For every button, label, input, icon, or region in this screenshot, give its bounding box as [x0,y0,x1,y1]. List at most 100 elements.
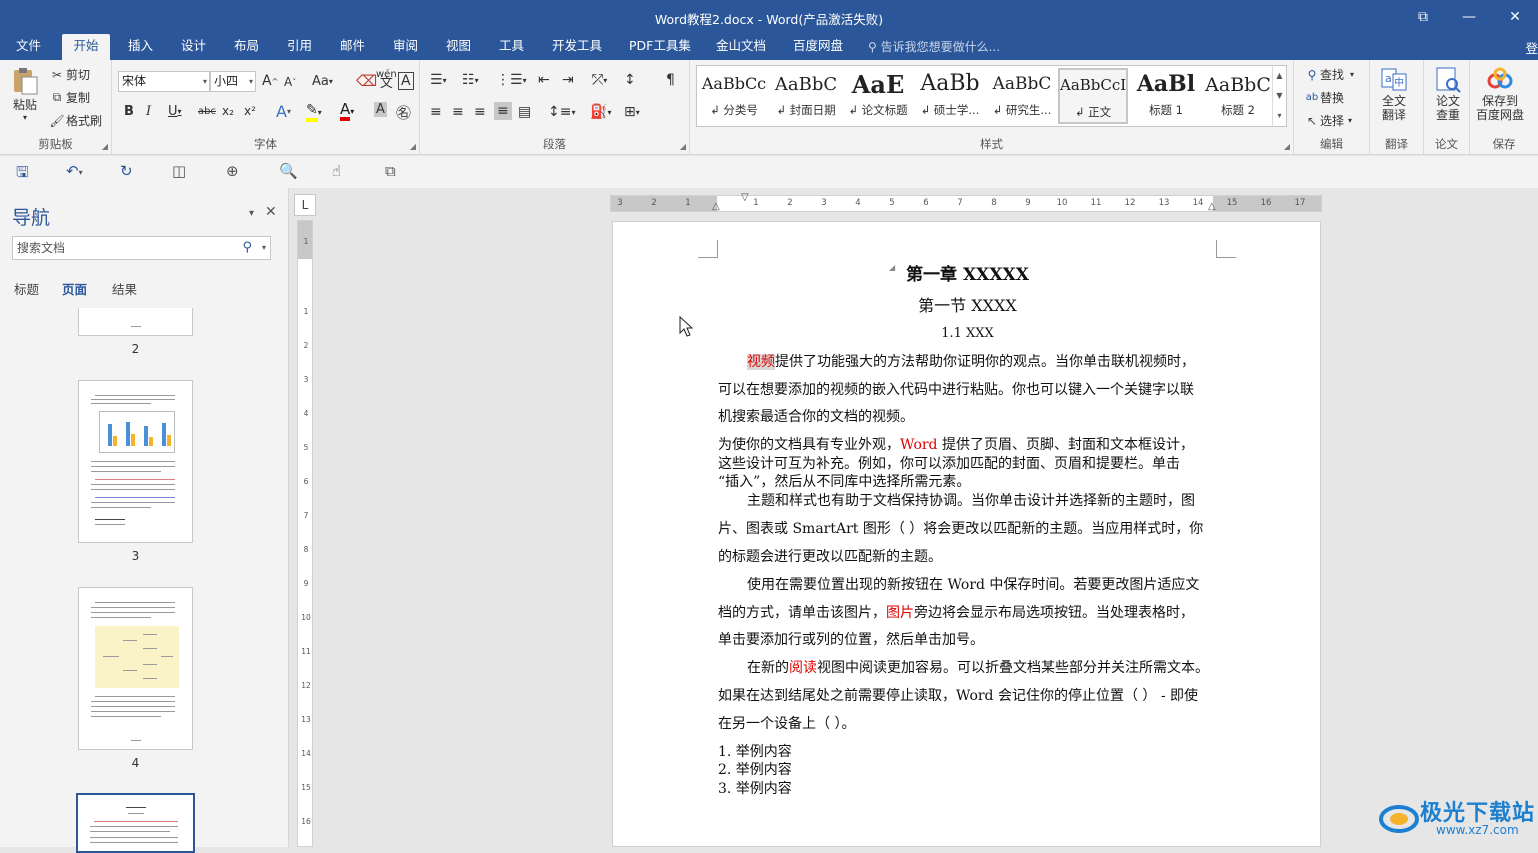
minimize-button[interactable]: — [1446,0,1492,34]
left-indent-marker[interactable]: △ [712,201,720,212]
char-shading-button[interactable]: A [374,102,387,117]
change-case-button[interactable]: Aa ▾ [312,74,333,89]
restore-icon[interactable]: ⧉ [1400,0,1446,34]
redo-icon[interactable]: ↻ [120,162,133,180]
style-item[interactable]: AaBbC 标题 2 [1203,68,1273,124]
chevron-down-icon[interactable]: ▾ [249,208,254,219]
tab-layout[interactable]: 布局 [230,34,263,60]
tab-design[interactable]: 设计 [177,34,210,60]
tab-selector[interactable]: L [294,194,316,216]
tab-developer[interactable]: 开发工具 [548,34,606,60]
nav-tab-results[interactable]: 结果 [112,279,137,298]
undo-icon[interactable]: ↶ ▾ [66,162,83,180]
underline-button[interactable]: U ▾ [168,104,182,119]
numbering-button[interactable]: ☷ ▾ [462,72,479,88]
style-item[interactable]: AaBbC ↲ 封面日期 [771,68,841,124]
multilevel-list-button[interactable]: ⋮☰ ▾ [496,72,527,88]
borders-button[interactable]: ⊞ ▾ [624,104,640,120]
tab-references[interactable]: 引用 [283,34,316,60]
tab-home[interactable]: 开始 [62,34,110,60]
font-name-select[interactable]: 宋体 ▾ [118,71,210,92]
pinyin-guide-button[interactable]: wén 文 [376,70,397,91]
font-color-button[interactable]: A ▾ [340,102,354,121]
close-button[interactable]: ✕ [1492,0,1538,34]
tab-kingsoft-docs[interactable]: 金山文档 [712,34,770,60]
tell-me-box[interactable]: ⚲ 告诉我您想要做什么... [868,38,1000,55]
style-item[interactable]: AaBbCc ↲ 分类号 [699,68,769,124]
font-size-select[interactable]: 小四 ▾ [210,71,256,92]
page-thumbnail[interactable] [78,308,193,336]
style-item[interactable]: AaBbC ↲ 研究生... [987,68,1057,124]
styles-scroll[interactable]: ▲ ▼ ▾ [1272,66,1286,126]
select-button[interactable]: ↖ 选择 ▾ [1304,112,1352,129]
paste-button[interactable]: 粘贴 ▾ [8,66,42,122]
tab-mailings[interactable]: 邮件 [336,34,369,60]
close-icon[interactable]: ✕ [265,204,277,220]
page-thumbnail[interactable] [78,380,193,543]
copy-button[interactable]: ⧉ 复制 [48,89,90,106]
dialog-launcher-icon[interactable]: ◢ [102,142,108,151]
replace-button[interactable]: ab 替换 [1304,89,1344,106]
login-button[interactable]: 登 [1525,38,1538,57]
increase-indent-icon[interactable]: ⇥ [562,72,574,88]
format-painter-button[interactable]: 🖌 格式刷 [48,112,102,129]
tab-insert[interactable]: 插入 [124,34,157,60]
style-item-selected[interactable]: AaBbCcI ↲ 正文 [1058,68,1128,124]
tab-view[interactable]: 视图 [442,34,475,60]
shading-button[interactable]: ⛽ ▾ [590,104,611,120]
thesis-check-button[interactable]: 论文 查重 [1433,66,1463,122]
web-layout-icon[interactable]: ⊕ [226,162,239,180]
print-preview-icon[interactable]: 🔍 [279,162,298,180]
page-thumbnail[interactable] [78,587,193,750]
align-left-icon[interactable]: ≡ [430,104,442,120]
bold-button[interactable]: B [124,104,134,119]
distributed-icon[interactable]: ▤ [518,104,531,120]
nav-tab-headings[interactable]: 标题 [14,279,39,298]
save-to-netdisk-button[interactable]: 保存到 百度网盘 [1476,66,1524,122]
find-button[interactable]: ⚲ 查找 ▾ [1304,66,1354,83]
sort-icon[interactable]: ↕ [624,72,636,88]
nav-tab-pages[interactable]: 页面 [62,279,87,298]
char-border-button[interactable]: A [398,72,414,90]
highlight-color-button[interactable]: ✎ ▾ [306,102,322,122]
enclose-char-icon[interactable]: ㊔ [396,102,411,123]
subscript-button[interactable]: x₂ [222,104,234,118]
italic-button[interactable]: I [146,104,151,119]
bullets-button[interactable]: ☰ ▾ [430,72,447,88]
first-line-indent-marker[interactable]: ▽ [741,192,749,203]
tab-file[interactable]: 文件 [12,34,45,60]
save-icon[interactable]: 🖫 [16,162,29,187]
align-right-icon[interactable]: ≡ [474,104,486,120]
text-effects-button[interactable]: A ▾ [276,102,291,121]
cut-button[interactable]: ✂ 剪切 [48,66,90,83]
shrink-font-button[interactable]: Aˇ [284,75,296,89]
grow-font-button[interactable]: A ^ [262,73,278,89]
dialog-launcher-icon[interactable]: ◢ [1284,142,1290,151]
two-pages-icon[interactable]: ◫ [172,162,186,180]
full-translate-button[interactable]: a中 全文 翻译 [1379,66,1409,122]
line-spacing-button[interactable]: ↕≡ ▾ [548,104,575,120]
tab-pdf-tools[interactable]: PDF工具集 [625,34,695,60]
search-icon[interactable]: ⚲ [242,237,252,259]
decrease-indent-icon[interactable]: ⇤ [538,72,550,88]
tab-review[interactable]: 审阅 [389,34,422,60]
align-center-icon[interactable]: ≡ [452,104,464,120]
chinese-layout-button[interactable]: ⤱ ▾ [592,72,607,88]
customize-icon[interactable]: ⧉ [385,162,396,180]
dialog-launcher-icon[interactable]: ◢ [680,142,686,151]
superscript-button[interactable]: x² [244,104,256,118]
document-page[interactable]: ◢ 第一章 XXXXX 第一节 XXXX 1.1 XXX 视频提供了功能强大的方… [612,221,1321,847]
style-item[interactable]: AaE ↲ 论文标题 [843,68,913,124]
tab-tools[interactable]: 工具 [495,34,528,60]
dialog-launcher-icon[interactable]: ◢ [410,142,416,151]
style-item[interactable]: AaBl 标题 1 [1131,68,1201,124]
justify-icon[interactable]: ≡ [494,102,512,120]
tab-baidu-netdisk[interactable]: 百度网盘 [789,34,847,60]
page-thumbnail-current[interactable] [76,793,195,853]
right-indent-marker[interactable]: △ [1208,201,1216,212]
clear-format-icon[interactable]: ⌫ [356,72,377,90]
touch-mode-icon[interactable]: ☝ [332,162,341,180]
nav-search-input[interactable]: 搜索文档 ⚲ ▾ [12,236,271,260]
strikethrough-button[interactable]: abc [198,106,216,117]
style-item[interactable]: AaBb ↲ 硕士学... [915,68,985,124]
